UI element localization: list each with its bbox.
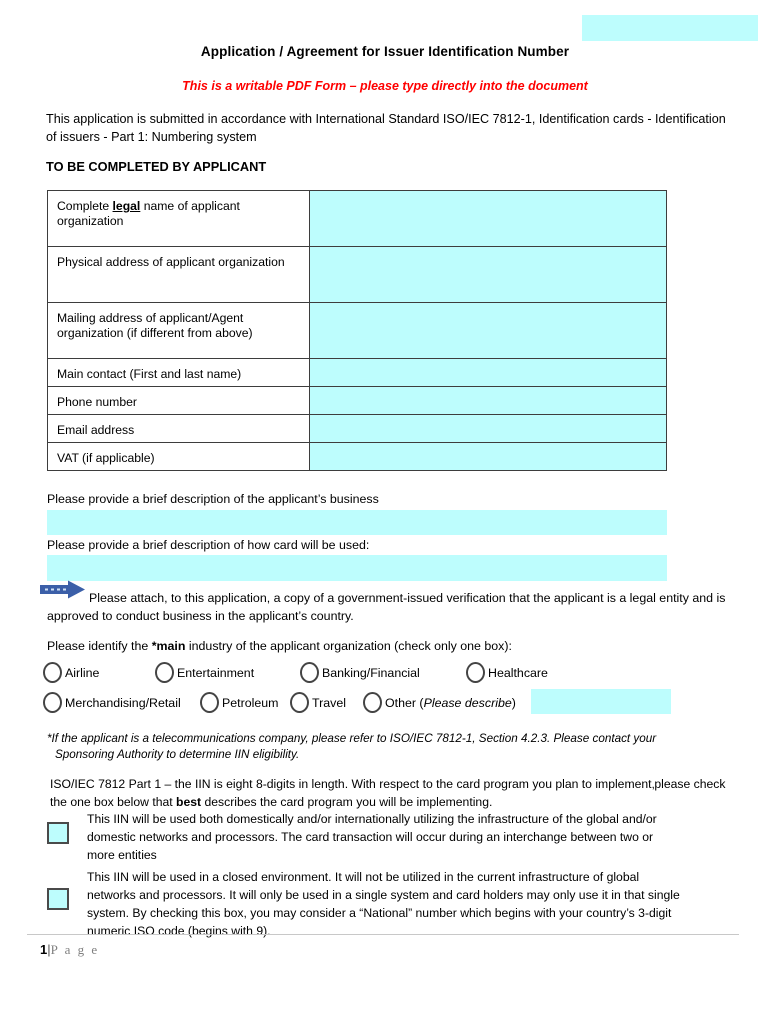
table-row: Main contact (First and last name) [47, 358, 667, 387]
industry-question-emphasis: *main [151, 639, 186, 653]
industry-option-banking-financial[interactable]: Banking/Financial [300, 662, 466, 683]
table-row: Mailing address of applicant/Agent organ… [47, 302, 667, 359]
table-row: Complete legal name of applicant organiz… [47, 190, 667, 247]
industry-other-input[interactable] [531, 689, 671, 714]
footer-page-word: P a g e [50, 942, 100, 957]
industry-question-post: industry of the applicant organization (… [185, 639, 512, 653]
checkbox-icon-iin-option-1[interactable] [47, 822, 69, 844]
industry-option-entertainment[interactable]: Entertainment [155, 662, 300, 683]
industry-option-label: Petroleum [222, 695, 279, 710]
radio-circle-icon[interactable] [290, 692, 309, 713]
document-page: Application / Agreement for Issuer Ident… [0, 0, 770, 1024]
row-input-email-address[interactable] [309, 414, 667, 443]
industry-options-row-2: Merchandising/Retail Petroleum Travel Ot… [43, 692, 516, 713]
iin-option-1[interactable]: This IIN will be used both domestically … [47, 810, 683, 864]
industry-option-label: Healthcare [488, 665, 548, 680]
card-use-description-input[interactable] [47, 555, 667, 581]
industry-option-label: Other (Please describe) [385, 696, 516, 710]
footnote-line-1: *If the applicant is a telecommunication… [47, 732, 657, 745]
industry-question: Please identify the *main industry of th… [47, 639, 512, 653]
page-footer: 1|P a g e [40, 942, 99, 958]
industry-option-label: Merchandising/Retail [65, 695, 181, 710]
footnote-line-2: Sponsoring Authority to determine IIN el… [55, 748, 300, 761]
row-label-email-address: Email address [47, 414, 310, 443]
row-input-legal-name[interactable] [309, 190, 667, 247]
industry-option-merchandising-retail[interactable]: Merchandising/Retail [43, 692, 200, 713]
applicant-details-table: Complete legal name of applicant organiz… [47, 190, 667, 471]
iin-option-2[interactable]: This IIN will be used in a closed enviro… [47, 868, 683, 940]
industry-option-healthcare[interactable]: Healthcare [466, 662, 548, 683]
other-label-pre: Other ( [385, 695, 424, 710]
industry-option-label: Travel [312, 695, 346, 710]
row-label-vat: VAT (if applicable) [47, 442, 310, 471]
business-description-input[interactable] [47, 510, 667, 535]
section-heading-applicant: TO BE COMPLETED BY APPLICANT [46, 159, 267, 174]
iin-intro-paragraph: ISO/IEC 7812 Part 1 – the IIN is eight 8… [50, 775, 740, 811]
attachment-instruction: Please attach, to this application, a co… [47, 591, 726, 623]
industry-footnote: *If the applicant is a telecommunication… [47, 731, 737, 763]
row-input-main-contact[interactable] [309, 358, 667, 387]
checkbox-icon-iin-option-2[interactable] [47, 888, 69, 910]
other-label-post: ) [511, 695, 516, 710]
header-field-input[interactable] [582, 15, 758, 41]
industry-option-other[interactable]: Other (Please describe) [363, 692, 516, 713]
industry-option-label: Banking/Financial [322, 665, 420, 680]
row-input-physical-address[interactable] [309, 246, 667, 303]
footer-divider [27, 934, 739, 935]
label-text-pre: Complete [57, 199, 113, 213]
industry-option-label: Entertainment [177, 665, 255, 680]
radio-circle-icon[interactable] [300, 662, 319, 683]
iin-intro-line-1: ISO/IEC 7812 Part 1 – the IIN is eight 8… [50, 777, 655, 791]
row-label-physical-address: Physical address of applicant organizati… [47, 246, 310, 303]
page-title: Application / Agreement for Issuer Ident… [200, 44, 570, 59]
radio-circle-icon[interactable] [363, 692, 382, 713]
industry-option-travel[interactable]: Travel [290, 692, 363, 713]
radio-circle-icon[interactable] [43, 662, 62, 683]
radio-circle-icon[interactable] [466, 662, 485, 683]
applicant-table-body: Complete legal name of applicant organiz… [47, 190, 667, 471]
radio-circle-icon[interactable] [43, 692, 62, 713]
radio-circle-icon[interactable] [200, 692, 219, 713]
table-row: Phone number [47, 386, 667, 415]
industry-options-row-1: Airline Entertainment Banking/Financial … [43, 662, 548, 683]
table-row: Physical address of applicant organizati… [47, 246, 667, 303]
label-text-emphasis: legal [112, 199, 141, 213]
iin-intro-emphasis: best [176, 795, 202, 809]
iin-option-2-text: This IIN will be used in a closed enviro… [87, 870, 680, 938]
radio-circle-icon[interactable] [155, 662, 174, 683]
intro-paragraph: This application is submitted in accorda… [46, 112, 726, 144]
iin-option-1-text: This IIN will be used both domestically … [87, 812, 657, 862]
writable-form-notice: This is a writable PDF Form – please typ… [182, 79, 588, 93]
iin-intro-line-2-post: describes the card program you will be i… [201, 795, 493, 809]
row-label-legal-name: Complete legal name of applicant organiz… [47, 190, 310, 247]
card-use-description-label: Please provide a brief description of ho… [47, 538, 370, 552]
table-row: Email address [47, 414, 667, 443]
industry-option-label: Airline [65, 665, 100, 680]
other-label-emphasis: Please describe [423, 695, 512, 710]
row-input-mailing-address[interactable] [309, 302, 667, 359]
industry-option-airline[interactable]: Airline [43, 662, 155, 683]
row-input-vat[interactable] [309, 442, 667, 471]
row-label-phone-number: Phone number [47, 386, 310, 415]
industry-option-petroleum[interactable]: Petroleum [200, 692, 290, 713]
industry-question-pre: Please identify the [47, 639, 152, 653]
row-label-mailing-address: Mailing address of applicant/Agent organ… [47, 302, 310, 359]
table-row: VAT (if applicable) [47, 442, 667, 471]
row-label-main-contact: Main contact (First and last name) [47, 358, 310, 387]
row-input-phone-number[interactable] [309, 386, 667, 415]
business-description-label: Please provide a brief description of th… [47, 492, 379, 506]
